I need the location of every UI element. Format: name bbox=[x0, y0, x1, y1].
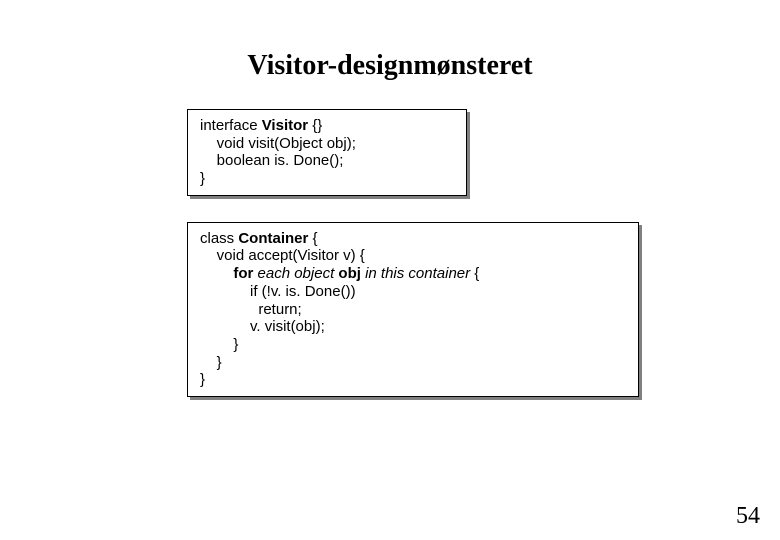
var: obj bbox=[334, 265, 365, 282]
txt: if (!v. is. Done()) bbox=[200, 283, 356, 300]
txt: } bbox=[200, 371, 205, 388]
txt: { bbox=[308, 230, 317, 247]
txt: } bbox=[200, 354, 222, 371]
page-number: 54 bbox=[736, 503, 760, 530]
txt: void accept(Visitor v) { bbox=[200, 247, 365, 264]
txt: v. visit(obj); bbox=[200, 318, 325, 335]
txt: return; bbox=[200, 301, 302, 318]
txt: void visit(Object obj); bbox=[200, 135, 356, 152]
pseudo: each object bbox=[258, 265, 335, 282]
slide-title: Visitor-designmønsteret bbox=[0, 0, 780, 112]
txt: { bbox=[470, 265, 479, 282]
interface-code-box: interface Visitor {} void visit(Object o… bbox=[190, 112, 700, 199]
class-code: class Container { void accept(Visitor v)… bbox=[187, 222, 639, 397]
txt: {} bbox=[308, 117, 322, 134]
code-boxes: interface Visitor {} void visit(Object o… bbox=[190, 112, 700, 400]
name: Container bbox=[238, 230, 308, 247]
name: Visitor bbox=[262, 117, 308, 134]
interface-code: interface Visitor {} void visit(Object o… bbox=[187, 109, 467, 196]
kw: class bbox=[200, 230, 238, 247]
pseudo: in this container bbox=[365, 265, 470, 282]
txt: boolean is. Done(); bbox=[200, 152, 343, 169]
txt: } bbox=[200, 170, 205, 187]
kw: interface bbox=[200, 117, 262, 134]
class-code-box: class Container { void accept(Visitor v)… bbox=[190, 225, 700, 400]
kw: for bbox=[200, 265, 258, 282]
txt: } bbox=[200, 336, 238, 353]
